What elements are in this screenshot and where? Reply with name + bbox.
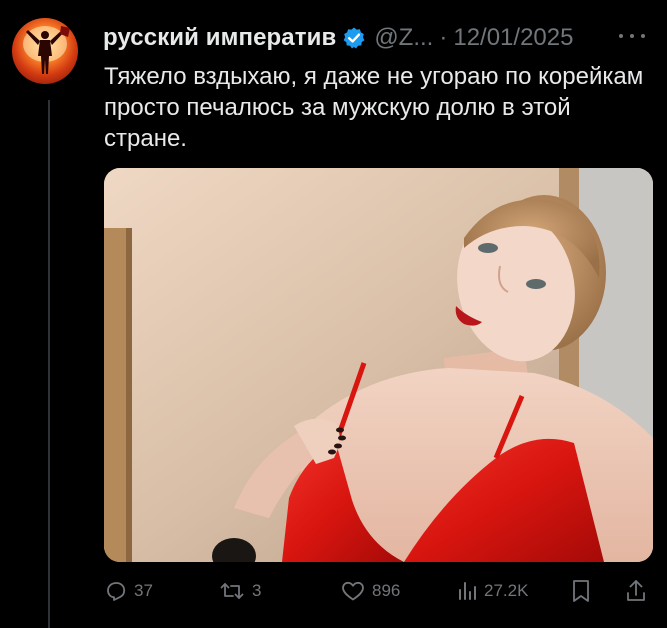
views-chart-icon xyxy=(459,582,476,600)
verified-badge-icon xyxy=(342,26,366,50)
share-button[interactable] xyxy=(624,574,648,608)
avatar-figure-fire-icon xyxy=(23,26,70,74)
reply-icon xyxy=(107,582,126,601)
repost-count: 3 xyxy=(252,581,262,600)
views-count: 27.2K xyxy=(484,581,529,600)
tweet-actions: 37 3 896 27.2K xyxy=(104,574,654,608)
bookmark-icon xyxy=(573,580,589,602)
thread-line xyxy=(48,100,50,628)
heart-icon xyxy=(342,581,364,601)
more-dot xyxy=(630,34,634,38)
tweet-header: русский императив @Z... · 12/01/2025 xyxy=(103,22,573,54)
tweet-photo[interactable] xyxy=(104,168,653,562)
like-count: 896 xyxy=(372,581,401,600)
author-avatar[interactable] xyxy=(12,18,78,84)
like-button[interactable]: 896 xyxy=(340,574,400,608)
reply-count: 37 xyxy=(134,581,153,600)
post-date[interactable]: 12/01/2025 xyxy=(453,24,573,52)
bookmark-button[interactable] xyxy=(570,574,592,608)
header-separator: · xyxy=(439,24,448,51)
author-handle[interactable]: @Z... xyxy=(374,24,433,52)
more-options-icon[interactable] xyxy=(619,26,645,46)
author-display-name[interactable]: русский императив xyxy=(103,24,336,52)
selfie-photo xyxy=(104,168,653,562)
more-dot xyxy=(619,34,623,38)
more-dot xyxy=(641,34,645,38)
reply-button[interactable]: 37 xyxy=(104,574,153,608)
views-button[interactable]: 27.2K xyxy=(456,574,528,608)
tweet-text: Тяжело вздыхаю, я даже не угораю по коре… xyxy=(104,63,644,152)
repost-icon xyxy=(220,583,244,599)
share-icon xyxy=(627,580,645,601)
repost-button[interactable]: 3 xyxy=(218,574,261,608)
